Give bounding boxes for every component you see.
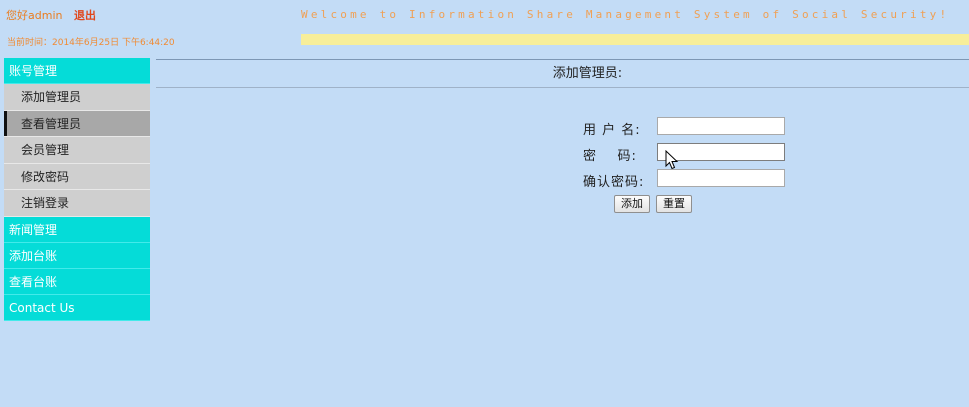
user-greeting: 您好admin 退出 [6, 7, 96, 23]
sidebar-item-member-management[interactable]: 会员管理 [4, 137, 150, 164]
marquee-bar [301, 34, 969, 45]
username-label: 用 户 名: [583, 123, 641, 138]
sidebar-group-contact[interactable]: Contact Us [4, 294, 150, 321]
confirm-password-label: 确认密码: [583, 175, 645, 190]
sidebar-group-add-ledger[interactable]: 添加台账 [4, 242, 150, 269]
page-title: 添加管理员: [552, 66, 623, 81]
sidebar-nav: 账号管理 添加管理员 查看管理员 会员管理 修改密码 注销登录 新闻管理 添加台… [4, 58, 150, 321]
current-time: 当前时间：2014年6月25日 下午6:44:20 [7, 38, 175, 48]
sidebar-item-change-password[interactable]: 修改密码 [4, 163, 150, 190]
welcome-marquee: Welcome to Information Share Management … [301, 8, 950, 21]
logout-link[interactable]: 退出 [74, 9, 96, 22]
sidebar-item-view-admins[interactable]: 查看管理员 [4, 110, 150, 137]
sidebar-item-add-admin[interactable]: 添加管理员 [4, 84, 150, 111]
sidebar-group-news[interactable]: 新闻管理 [4, 216, 150, 243]
sidebar-group-account[interactable]: 账号管理 [4, 58, 150, 84]
mouse-pointer-icon [665, 149, 679, 173]
reset-button[interactable]: 重置 [656, 195, 692, 213]
page-title-bar: 添加管理员: [156, 59, 969, 88]
password-label: 密 码: [583, 149, 637, 164]
greeting-text: 您好admin [6, 9, 63, 22]
sidebar-item-logout[interactable]: 注销登录 [4, 190, 150, 217]
add-button[interactable]: 添加 [614, 195, 650, 213]
username-field[interactable] [657, 117, 785, 135]
sidebar-group-view-ledger[interactable]: 查看台账 [4, 268, 150, 295]
